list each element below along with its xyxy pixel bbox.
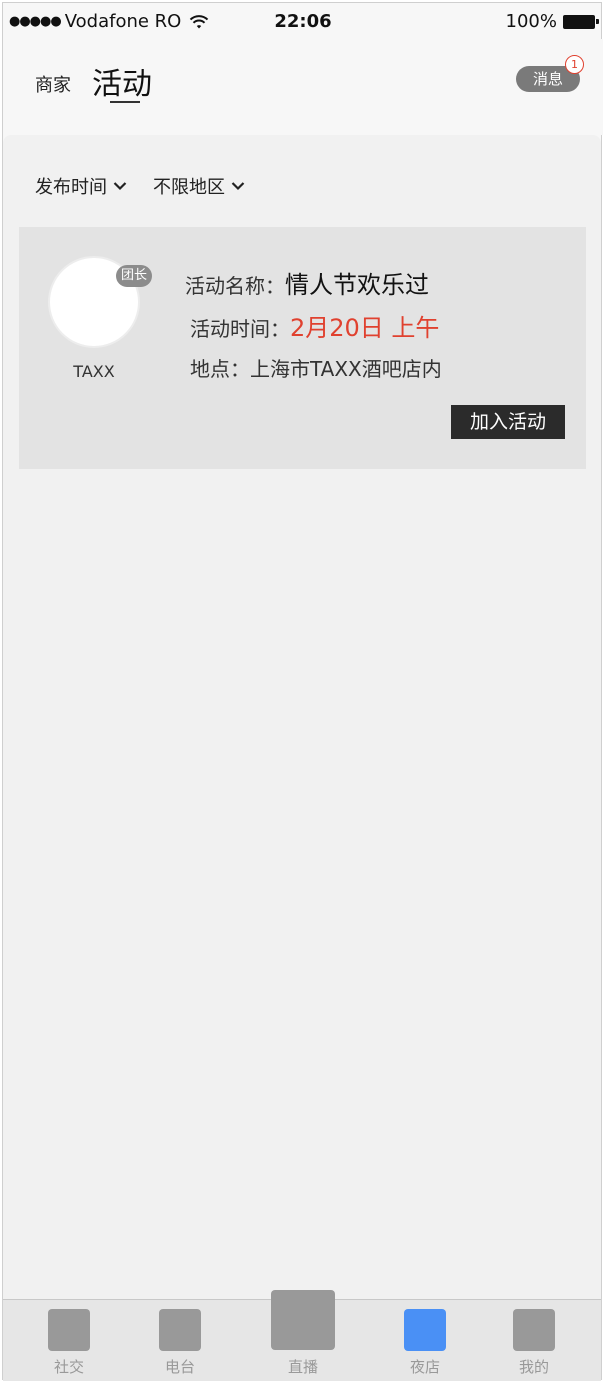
activity-name-value: 情人节欢乐过 [285, 271, 429, 299]
status-right: 100% [505, 11, 599, 32]
join-activity-button[interactable]: 加入活动 [451, 405, 565, 439]
filter-region[interactable]: 不限地区 [153, 173, 245, 199]
activity-place-row: 地点：上海市TAXX酒吧店内 [190, 353, 442, 382]
host-name: TAXX [73, 362, 115, 381]
bottom-tab-bar: 社交 电台 直播 夜店 我的 [3, 1290, 601, 1381]
tab-label: 电台 [164, 1358, 195, 1376]
battery-icon [563, 14, 599, 29]
radio-icon [159, 1309, 201, 1351]
tab-nightclub[interactable]: 夜店 [385, 1300, 465, 1380]
battery-percentage: 100% [505, 11, 557, 32]
tab-merchant[interactable]: 商家 [35, 71, 71, 97]
activity-time-label: 活动时间： [190, 317, 290, 341]
tab-label: 我的 [518, 1358, 549, 1376]
tab-activity[interactable]: 活动 [92, 59, 152, 103]
activity-place-label: 地点： [190, 357, 250, 381]
activity-time-value: 2月20日 上午 [290, 314, 440, 342]
chevron-down-icon [113, 182, 127, 191]
status-bar: ●●●●● Vodafone RO 22:06 100% [3, 3, 603, 39]
tab-radio[interactable]: 电台 [140, 1300, 220, 1380]
tab-live[interactable]: 直播 [263, 1290, 343, 1380]
activity-name-label: 活动名称： [185, 274, 285, 298]
live-icon [271, 1290, 335, 1350]
activity-card[interactable]: 团长 TAXX 活动名称：情人节欢乐过 活动时间：2月20日 上午 地点：上海市… [19, 227, 586, 469]
activity-list-area: 发布时间 不限地区 团长 TAXX 活动名称：情人节欢乐过 活动时间：2月20日… [3, 135, 601, 1299]
tab-label: 夜店 [409, 1358, 440, 1376]
top-nav: 商家 活动 消息 1 [3, 39, 603, 135]
leader-badge: 团长 [116, 265, 152, 287]
activity-place-value: 上海市TAXX酒吧店内 [250, 357, 442, 381]
activity-name-row: 活动名称：情人节欢乐过 [185, 265, 429, 300]
chevron-down-icon [231, 182, 245, 191]
nightclub-icon [404, 1309, 446, 1351]
filter-label: 发布时间 [35, 177, 107, 198]
profile-icon [513, 1309, 555, 1351]
tab-profile[interactable]: 我的 [494, 1300, 574, 1380]
filter-publish-time[interactable]: 发布时间 [35, 173, 127, 199]
activity-time-row: 活动时间：2月20日 上午 [190, 308, 439, 343]
active-tab-indicator [110, 101, 140, 103]
tab-label: 直播 [287, 1358, 318, 1376]
filter-bar: 发布时间 不限地区 [35, 173, 271, 199]
unread-count-badge: 1 [565, 55, 584, 74]
tab-label: 社交 [53, 1358, 84, 1376]
tab-social[interactable]: 社交 [29, 1300, 109, 1380]
filter-label: 不限地区 [153, 177, 225, 198]
social-icon [48, 1309, 90, 1351]
app-frame: ●●●●● Vodafone RO 22:06 100% 商家 活动 消息 1 [2, 2, 603, 1381]
